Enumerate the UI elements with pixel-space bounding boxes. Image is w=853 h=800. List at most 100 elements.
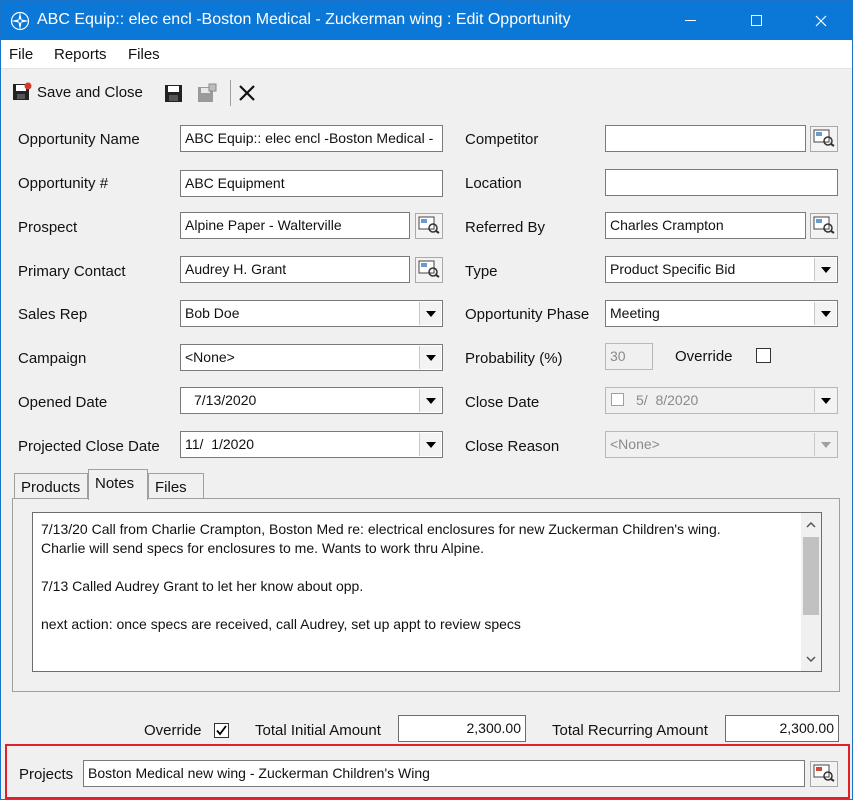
lookup-card-icon (813, 129, 835, 150)
projected-close-date-value: 11/ 1/2020 (185, 436, 255, 452)
prospect-lookup-button[interactable] (415, 213, 443, 239)
location-field[interactable] (605, 169, 838, 196)
campaign-value: <None> (185, 349, 235, 365)
location-label: Location (465, 175, 522, 192)
projects-label: Projects (19, 766, 74, 783)
opened-date-picker[interactable]: 7/13/2020 (180, 387, 443, 414)
compass-rose-icon (10, 11, 30, 31)
tab-files[interactable]: Files (148, 473, 204, 500)
edit-opportunity-window: ABC Equip:: elec encl -Boston Medical - … (0, 0, 853, 800)
referred-by-field[interactable]: Charles Crampton (605, 212, 806, 239)
chevron-down-icon (814, 302, 836, 325)
chevron-down-icon (419, 302, 441, 325)
opened-date-label: Opened Date (18, 394, 108, 411)
totals-override-label: Override (144, 722, 202, 739)
lookup-card-icon (418, 216, 440, 237)
campaign-label: Campaign (18, 350, 87, 367)
close-date-checkbox (611, 393, 624, 406)
chevron-down-icon (419, 346, 441, 369)
opportunity-name-label: Opportunity Name (18, 131, 140, 148)
floppy-disk-icon (164, 83, 184, 106)
notes-line: next action: once specs are received, ca… (41, 616, 521, 632)
minimize-button[interactable] (668, 1, 714, 40)
opened-date-value: 7/13/2020 (194, 392, 257, 408)
notes-line: 7/13 Called Audrey Grant to let her know… (41, 578, 364, 594)
projected-close-date-picker[interactable]: 11/ 1/2020 (180, 431, 443, 458)
opportunity-phase-dropdown[interactable]: Meeting (605, 300, 838, 327)
competitor-field[interactable] (605, 125, 806, 152)
notes-line: Charlie will send specs for enclosures t… (41, 540, 485, 556)
prospect-label: Prospect (18, 219, 78, 236)
competitor-lookup-button[interactable] (810, 126, 838, 152)
type-label: Type (465, 263, 498, 280)
floppy-disk-new-icon (197, 83, 217, 106)
delete-button[interactable] (237, 83, 259, 105)
menu-files[interactable]: Files (128, 46, 160, 63)
primary-contact-lookup-button[interactable] (415, 257, 443, 283)
probability-label: Probability (%) (465, 350, 563, 367)
chevron-up-icon[interactable] (801, 515, 821, 535)
close-date-value: 5/ 8/2020 (636, 392, 699, 408)
notes-content: 7/13/20 Call from Charlie Crampton, Bost… (41, 520, 791, 634)
opportunity-number-label: Opportunity # (18, 175, 109, 192)
probability-field: 30 (605, 343, 653, 370)
total-recurring-amount-field[interactable]: 2,300.00 (725, 715, 839, 742)
chevron-down-icon (419, 433, 441, 456)
sales-rep-value: Bob Doe (185, 305, 240, 321)
competitor-label: Competitor (465, 131, 539, 148)
close-reason-value: <None> (610, 436, 660, 452)
notes-tab-panel: 7/13/20 Call from Charlie Crampton, Bost… (12, 498, 840, 692)
close-window-button[interactable] (798, 1, 844, 40)
type-dropdown[interactable]: Product Specific Bid (605, 256, 838, 283)
window-title: ABC Equip:: elec encl -Boston Medical - … (37, 11, 571, 28)
primary-contact-field[interactable]: Audrey H. Grant (180, 256, 410, 283)
type-value: Product Specific Bid (610, 261, 736, 277)
menu-bar: File Reports Files (1, 40, 852, 69)
notes-line: 7/13/20 Call from Charlie Crampton, Bost… (41, 521, 721, 537)
campaign-dropdown[interactable]: <None> (180, 344, 443, 371)
lookup-card-icon (418, 260, 440, 281)
close-reason-label: Close Reason (465, 438, 560, 455)
sales-rep-label: Sales Rep (18, 306, 88, 323)
projects-field[interactable]: Boston Medical new wing - Zuckerman Chil… (83, 760, 805, 787)
notes-scrollbar[interactable] (801, 513, 821, 671)
probability-override-checkbox[interactable] (756, 348, 771, 363)
referred-by-lookup-button[interactable] (810, 213, 838, 239)
save-button[interactable] (164, 83, 186, 105)
save-and-close-label: Save and Close (37, 83, 143, 101)
primary-contact-label: Primary Contact (18, 263, 126, 280)
chevron-down-icon (814, 389, 836, 412)
chevron-down-icon (814, 433, 836, 456)
chevron-down-icon[interactable] (801, 649, 821, 669)
scrollbar-thumb[interactable] (803, 537, 819, 615)
floppy-disk-icon (12, 82, 32, 102)
chevron-down-icon (814, 258, 836, 281)
save-new-button[interactable] (197, 83, 219, 105)
lookup-card-icon (813, 216, 835, 237)
maximize-button[interactable] (734, 1, 780, 40)
projected-close-date-label: Projected Close Date (18, 438, 160, 455)
sales-rep-dropdown[interactable]: Bob Doe (180, 300, 443, 327)
opportunity-number-field[interactable]: ABC Equipment (180, 170, 443, 197)
tab-notes[interactable]: Notes (88, 469, 148, 500)
chevron-down-icon (419, 389, 441, 412)
opportunity-phase-label: Opportunity Phase (465, 306, 590, 323)
notes-textarea[interactable]: 7/13/20 Call from Charlie Crampton, Bost… (32, 512, 822, 672)
lookup-card-icon (813, 764, 835, 785)
prospect-field[interactable]: Alpine Paper - Walterville (180, 212, 410, 239)
close-reason-dropdown: <None> (605, 431, 838, 458)
referred-by-label: Referred By (465, 219, 546, 236)
save-and-close-button[interactable]: Save and Close (12, 82, 143, 102)
opportunity-name-field[interactable]: ABC Equip:: elec encl -Boston Medical - (180, 125, 443, 152)
total-recurring-amount-label: Total Recurring Amount (552, 722, 708, 739)
toolbar-separator (230, 80, 231, 106)
close-date-label: Close Date (465, 394, 540, 411)
totals-override-checkbox[interactable] (214, 723, 229, 738)
tab-products[interactable]: Products (14, 473, 88, 500)
close-date-picker: 5/ 8/2020 (605, 387, 838, 414)
menu-reports[interactable]: Reports (54, 46, 107, 63)
menu-file[interactable]: File (9, 46, 33, 63)
projects-lookup-button[interactable] (810, 761, 838, 787)
total-initial-amount-field[interactable]: 2,300.00 (398, 715, 526, 742)
x-icon (237, 83, 257, 106)
